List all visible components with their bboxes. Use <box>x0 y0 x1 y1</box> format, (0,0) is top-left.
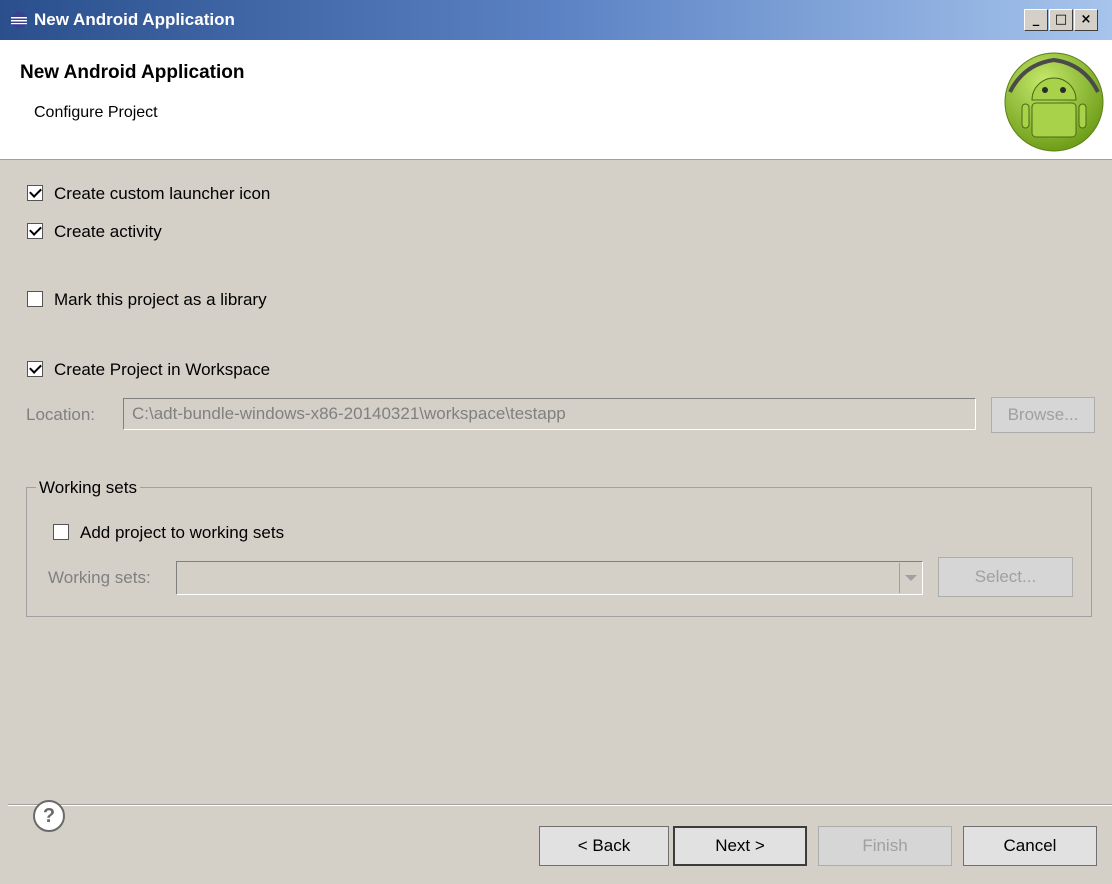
chevron-down-icon[interactable] <box>899 563 921 593</box>
working-sets-group-label: Working sets <box>36 478 140 498</box>
title-bar: New Android Application _ □ × <box>0 0 1112 40</box>
minimize-button[interactable]: _ <box>1024 9 1048 31</box>
page-title: New Android Application <box>20 62 245 83</box>
create-activity-checkbox[interactable] <box>27 223 43 239</box>
select-button[interactable]: Select... <box>938 557 1073 597</box>
eclipse-icon <box>11 12 27 28</box>
location-input[interactable]: C:\adt-bundle-windows-x86-20140321\works… <box>123 398 976 430</box>
add-working-sets-checkbox[interactable] <box>53 524 69 540</box>
working-sets-label: Working sets: <box>48 568 151 587</box>
mark-library-label: Mark this project as a library <box>54 290 267 309</box>
in-workspace-checkbox[interactable] <box>27 361 43 377</box>
create-activity-label: Create activity <box>54 222 162 241</box>
back-button[interactable]: < Back <box>539 826 669 866</box>
location-label: Location: <box>26 405 95 424</box>
close-button[interactable]: × <box>1074 9 1098 31</box>
maximize-button[interactable]: □ <box>1049 9 1073 31</box>
finish-button[interactable]: Finish <box>818 826 952 866</box>
browse-button[interactable]: Browse... <box>991 397 1095 433</box>
android-logo-icon <box>1004 52 1104 152</box>
in-workspace-label: Create Project in Workspace <box>54 360 271 379</box>
working-sets-group <box>26 487 1092 617</box>
page-subtitle: Configure Project <box>34 104 158 121</box>
window-title: New Android Application <box>34 10 235 29</box>
working-sets-combo[interactable] <box>176 561 923 595</box>
cancel-button[interactable]: Cancel <box>963 826 1097 866</box>
next-button[interactable]: Next > <box>673 826 807 866</box>
custom-launcher-checkbox[interactable] <box>27 185 43 201</box>
mark-library-checkbox[interactable] <box>27 291 43 307</box>
help-icon[interactable]: ? <box>33 800 65 832</box>
custom-launcher-label: Create custom launcher icon <box>54 184 271 203</box>
footer-separator <box>8 804 1112 806</box>
add-working-sets-label: Add project to working sets <box>80 523 285 542</box>
wizard-header: New Android Application Configure Projec… <box>0 40 1112 160</box>
